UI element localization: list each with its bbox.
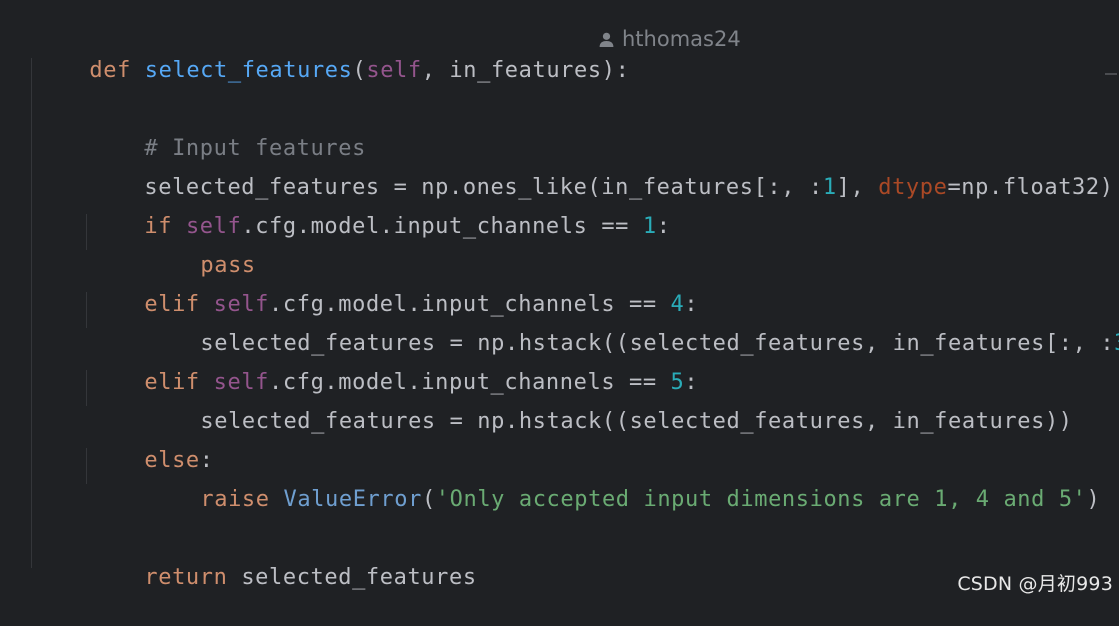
code-line-if[interactable]: if self.cfg.model.input_channels == 1: <box>89 179 671 239</box>
keyword-def: def <box>89 58 131 83</box>
error-message-string: 'Only accepted input dimensions are 1, 4… <box>435 487 1087 512</box>
code-line-pass[interactable]: pass <box>145 218 256 278</box>
code-editor[interactable]: def select_features(self, in_features): … <box>0 0 1119 604</box>
code-line-comment[interactable]: # Input features <box>89 101 366 161</box>
indent-guide <box>86 292 87 328</box>
value-error-class: ValueError <box>283 487 422 512</box>
person-icon <box>599 32 614 47</box>
params-rest: , in_features): <box>421 58 630 83</box>
function-name: select_features <box>144 58 353 83</box>
code-line-elif-5[interactable]: elif self.cfg.model.input_channels == 5: <box>89 335 698 395</box>
author-annotation[interactable]: hthomas24 <box>598 23 741 55</box>
code-line-hstack-3[interactable]: selected_features = np.hstack((selected_… <box>145 296 1119 356</box>
dtype-param: dtype <box>878 175 948 200</box>
indent-guide <box>31 58 32 568</box>
self-param: self <box>366 58 422 83</box>
indent-guide <box>86 448 87 484</box>
code-line-def[interactable]: def select_features(self, in_features): <box>34 23 629 83</box>
code-line-ones-like[interactable]: selected_features = np.ones_like(in_feat… <box>89 140 1114 200</box>
author-name: hthomas24 <box>622 27 741 51</box>
code-line-elif-4[interactable]: elif self.cfg.model.input_channels == 4: <box>89 257 698 317</box>
indent-guide <box>86 370 87 406</box>
watermark: CSDN @月初993 <box>957 573 1113 595</box>
code-line-else[interactable]: else: <box>89 413 214 473</box>
code-line-hstack-all[interactable]: selected_features = np.hstack((selected_… <box>145 374 1073 434</box>
indent-guide <box>86 214 87 250</box>
code-line-return[interactable]: return selected_features <box>89 530 477 590</box>
code-line-raise[interactable]: raise ValueError('Only accepted input di… <box>145 452 1100 512</box>
scrollbar-marker[interactable] <box>1105 73 1117 75</box>
